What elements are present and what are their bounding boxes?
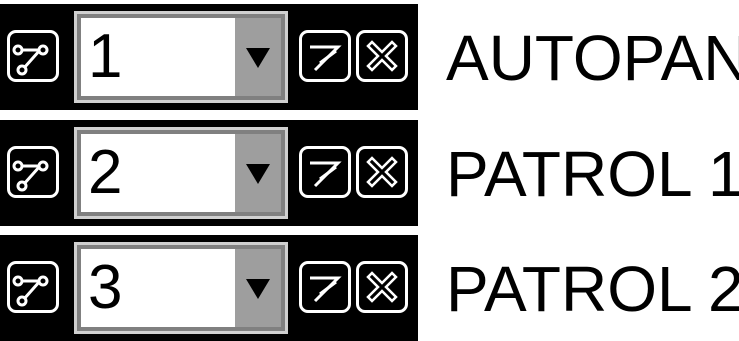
dropdown-field: 2 <box>81 134 281 212</box>
path-label: PATROL 2 <box>446 253 739 325</box>
control-panel: 3 <box>0 235 418 341</box>
path-select-button[interactable] <box>7 261 59 313</box>
dropdown-arrow-button[interactable] <box>235 18 281 96</box>
path-route-icon <box>12 44 49 76</box>
triangle-down-icon <box>246 164 270 184</box>
control-panel: 1 <box>0 4 418 110</box>
path-row-1: 1 AUTOPAN <box>0 4 739 110</box>
delete-path-button[interactable] <box>356 30 408 82</box>
path-row-3: 3 PATROL 2 <box>0 235 739 341</box>
delete-path-button[interactable] <box>356 261 408 313</box>
edit-path-button[interactable] <box>299 261 351 313</box>
path-select-button[interactable] <box>7 146 59 198</box>
triangle-down-icon <box>246 48 270 68</box>
dropdown-value: 3 <box>88 253 123 322</box>
edit-path-button[interactable] <box>299 30 351 82</box>
dropdown-value: 1 <box>88 22 123 91</box>
path-number-dropdown[interactable]: 1 <box>74 11 288 103</box>
path-route-icon <box>12 160 49 192</box>
path-row-2: 2 PATROL 1 <box>0 120 739 226</box>
close-x-icon <box>366 40 398 72</box>
path-number-dropdown[interactable]: 2 <box>74 127 288 219</box>
path-route-icon <box>12 275 49 307</box>
path-label: AUTOPAN <box>446 22 739 94</box>
edit-path-button[interactable] <box>299 146 351 198</box>
triangle-down-icon <box>246 279 270 299</box>
dropdown-value: 2 <box>88 138 123 207</box>
control-panel: 2 <box>0 120 418 226</box>
close-x-icon <box>366 156 398 188</box>
path-edit-icon <box>310 276 342 303</box>
delete-path-button[interactable] <box>356 146 408 198</box>
path-edit-icon <box>310 45 342 72</box>
path-edit-icon <box>310 161 342 188</box>
dropdown-arrow-button[interactable] <box>235 249 281 327</box>
dropdown-field: 3 <box>81 249 281 327</box>
close-x-icon <box>366 271 398 303</box>
path-number-dropdown[interactable]: 3 <box>74 242 288 334</box>
dropdown-arrow-button[interactable] <box>235 134 281 212</box>
path-select-button[interactable] <box>7 30 59 82</box>
path-label: PATROL 1 <box>446 138 739 210</box>
dropdown-field: 1 <box>81 18 281 96</box>
